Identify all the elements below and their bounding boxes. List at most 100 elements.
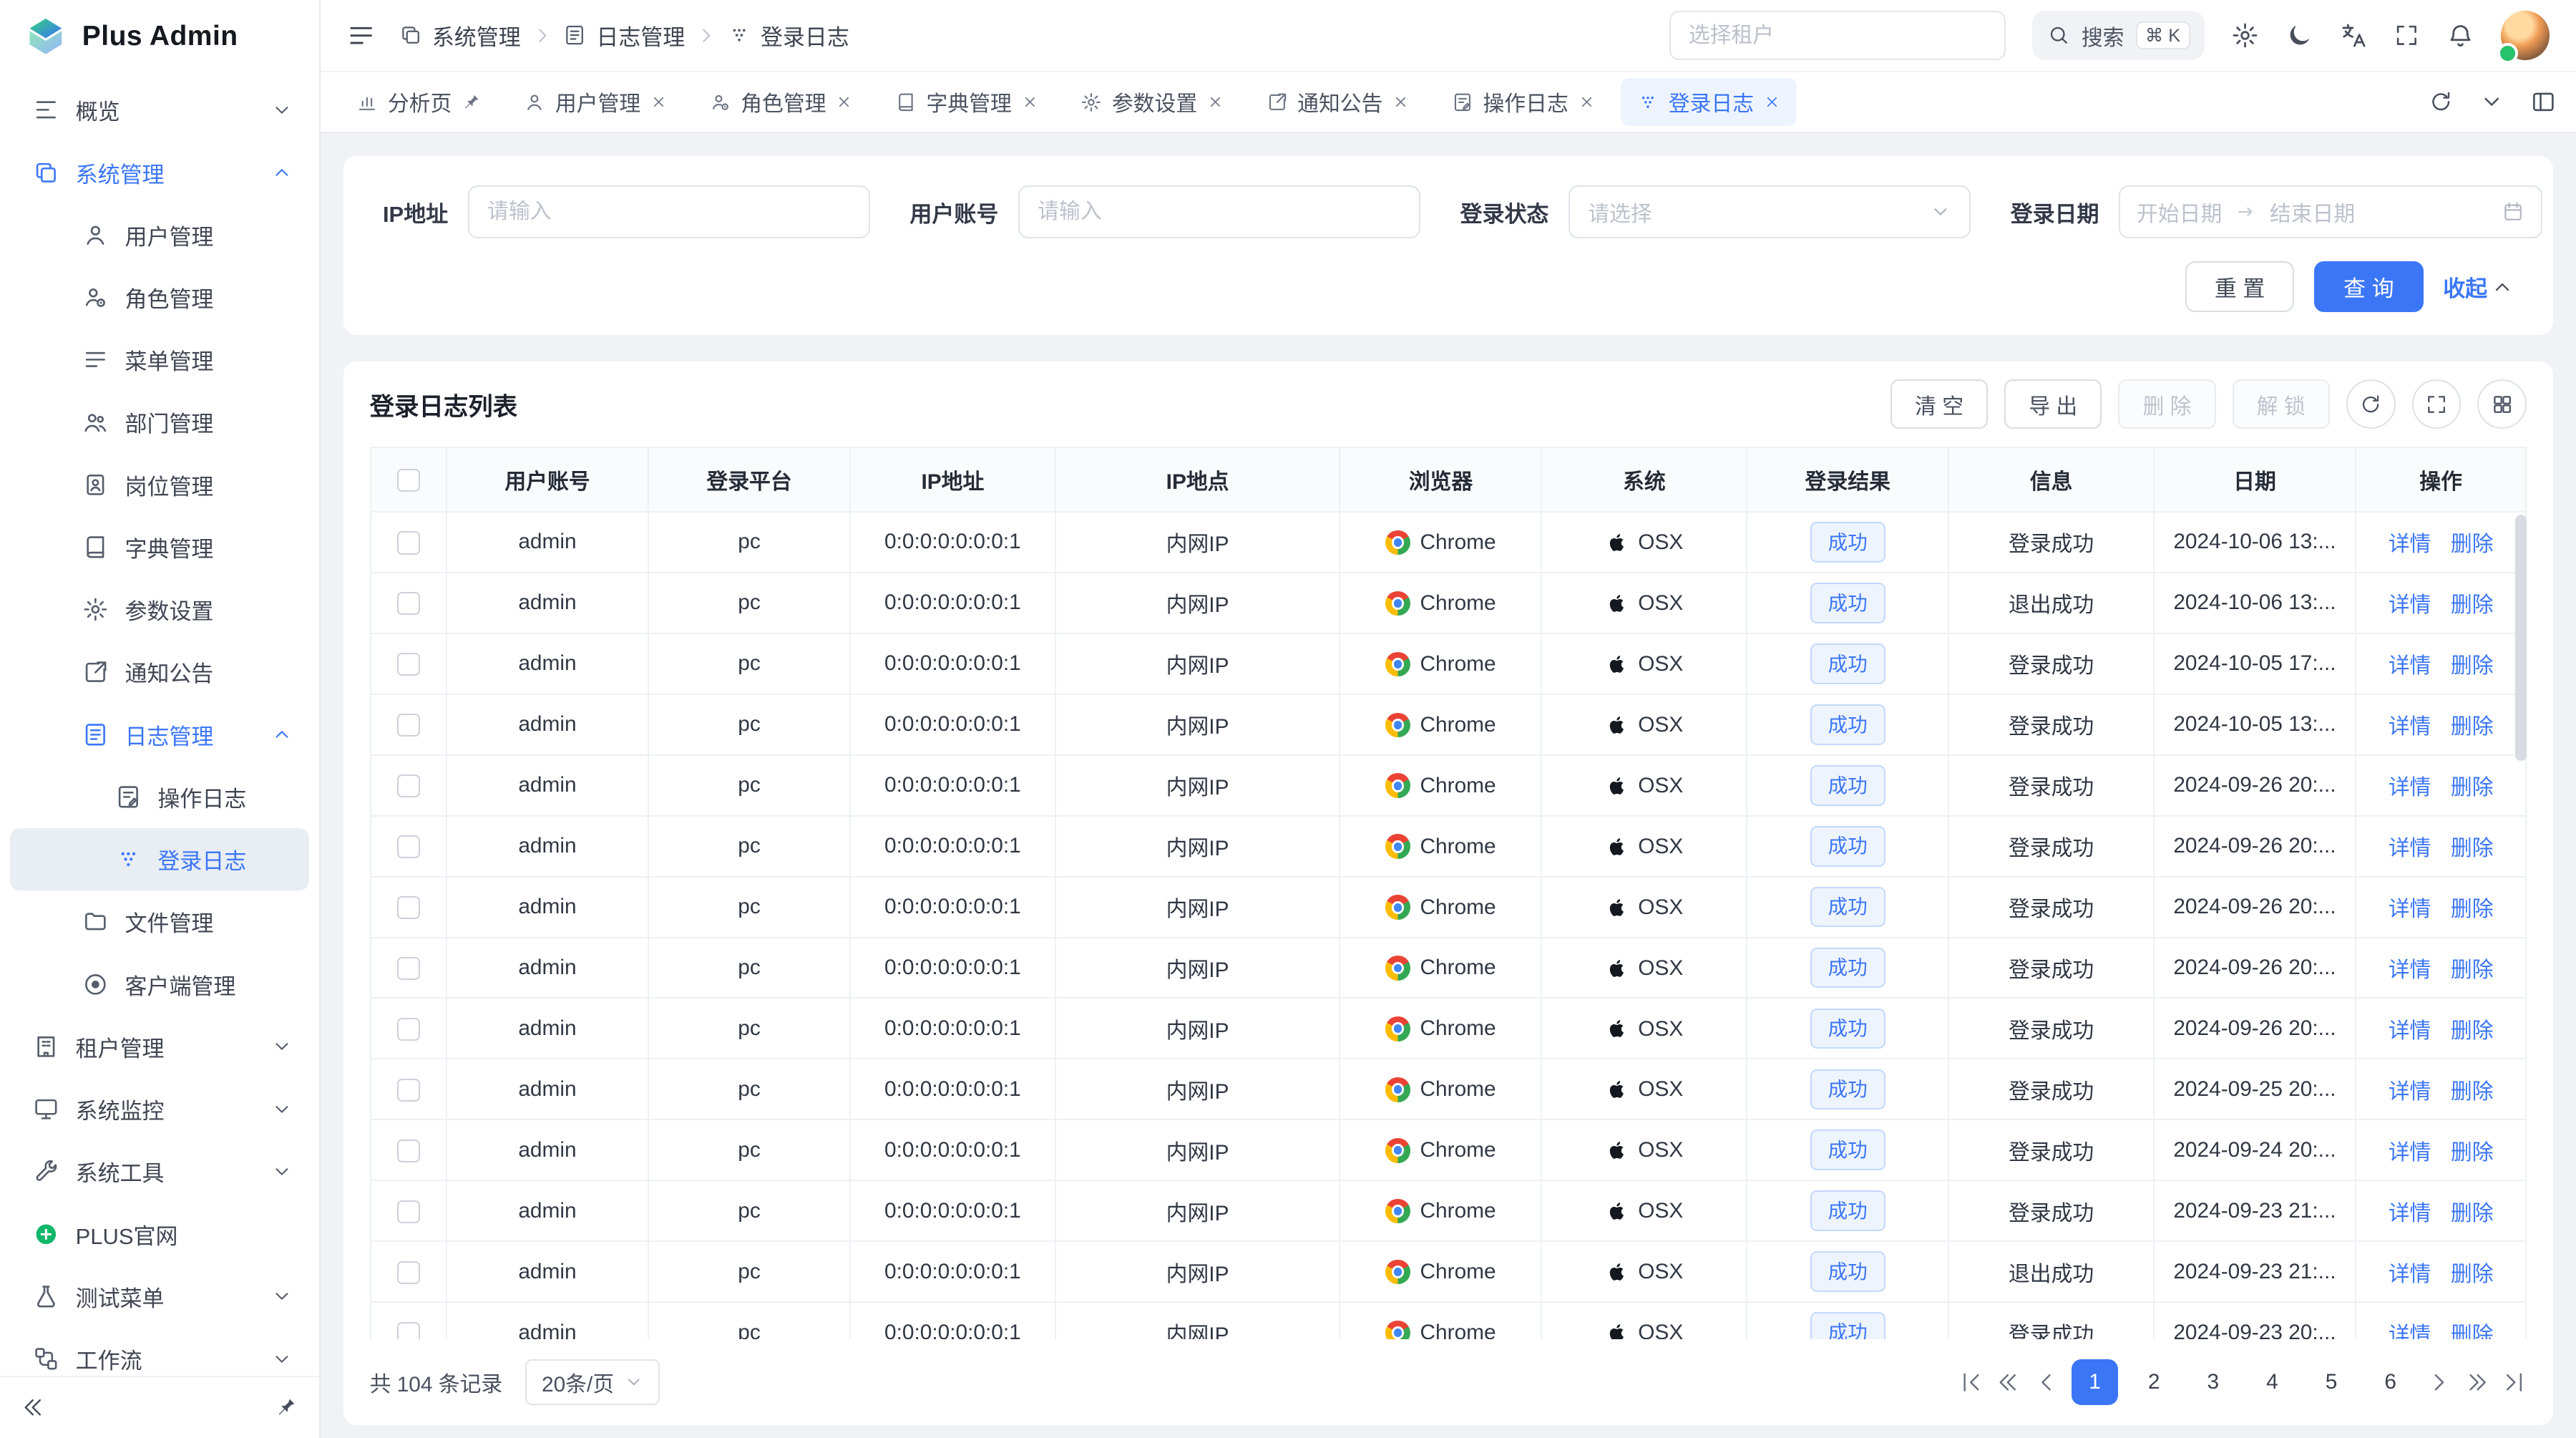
bell-icon[interactable] [2446,21,2474,49]
row-checkbox[interactable] [397,774,420,797]
sidebar-item-12[interactable]: 登录日志 [10,828,309,890]
delete-link[interactable]: 删除 [2451,958,2494,982]
collapse-sidebar-icon[interactable] [21,1395,46,1419]
delete-link[interactable]: 删除 [2451,533,2494,556]
tab-4[interactable]: 参数设置 [1064,78,1240,126]
translate-icon[interactable] [2340,21,2368,49]
detail-link[interactable]: 详情 [2389,1323,2431,1340]
toolbar-button-3[interactable]: 解 锁 [2233,379,2330,429]
detail-link[interactable]: 详情 [2389,1080,2431,1104]
menu-toggle-icon[interactable] [346,21,376,50]
delete-link[interactable]: 删除 [2451,1323,2494,1340]
panel-layout-icon[interactable] [2530,89,2557,115]
tab-1[interactable]: 用户管理 [507,78,683,126]
delete-link[interactable]: 删除 [2451,1141,2494,1165]
close-icon[interactable] [1764,94,1780,110]
first-page-icon[interactable] [1958,1370,1983,1394]
moon-icon[interactable] [2285,21,2313,49]
toolbar-button-1[interactable]: 导 出 [2004,379,2102,429]
sidebar-item-3[interactable]: 角色管理 [10,266,309,329]
detail-link[interactable]: 详情 [2389,533,2431,556]
breadcrumb-item-2[interactable]: 登录日志 [728,19,849,52]
sidebar-item-20[interactable]: 工作流 [10,1328,309,1376]
sidebar-item-5[interactable]: 部门管理 [10,391,309,453]
sidebar-item-8[interactable]: 参数设置 [10,578,309,641]
prev-page-icon[interactable] [2034,1370,2059,1394]
filter-input-1[interactable] [1018,185,1421,238]
collapse-filter-link[interactable]: 收起 [2443,271,2514,303]
row-checkbox[interactable] [397,1261,420,1284]
detail-link[interactable]: 详情 [2389,1263,2431,1286]
detail-link[interactable]: 详情 [2389,837,2431,860]
table-fullscreen-button[interactable] [2412,379,2462,429]
close-icon[interactable] [1392,94,1409,110]
filter-daterange[interactable]: 开始日期结束日期 [2119,185,2542,238]
sidebar-item-10[interactable]: 日志管理 [10,704,309,766]
sidebar-item-9[interactable]: 通知公告 [10,641,309,703]
row-checkbox[interactable] [397,653,420,676]
toolbar-button-0[interactable]: 清 空 [1890,379,1988,429]
gear-icon[interactable] [2231,21,2259,49]
row-checkbox[interactable] [397,957,420,980]
filter-input-0[interactable] [468,185,871,238]
pin-icon[interactable] [462,92,482,112]
delete-link[interactable]: 删除 [2451,654,2494,678]
tab-5[interactable]: 通知公告 [1250,78,1426,126]
close-icon[interactable] [836,94,852,110]
detail-link[interactable]: 详情 [2389,958,2431,982]
forward-five-pages-icon[interactable] [2464,1370,2489,1394]
sidebar-item-17[interactable]: 系统工具 [10,1140,309,1203]
sidebar-item-16[interactable]: 系统监控 [10,1078,309,1140]
breadcrumb-item-1[interactable]: 日志管理 [563,19,685,52]
close-icon[interactable] [1022,94,1038,110]
refresh-table-button[interactable] [2346,379,2396,429]
sidebar-item-19[interactable]: 测试菜单 [10,1265,309,1328]
tab-6[interactable]: 操作日志 [1435,78,1611,126]
tenant-select-input[interactable] [1669,11,2006,60]
delete-link[interactable]: 删除 [2451,715,2494,739]
delete-link[interactable]: 删除 [2451,593,2494,617]
delete-link[interactable]: 删除 [2451,1080,2494,1104]
row-checkbox[interactable] [397,835,420,858]
row-checkbox[interactable] [397,592,420,615]
last-page-icon[interactable] [2502,1370,2527,1394]
sidebar-item-6[interactable]: 岗位管理 [10,454,309,516]
delete-link[interactable]: 删除 [2451,1019,2494,1043]
delete-link[interactable]: 删除 [2451,837,2494,860]
delete-link[interactable]: 删除 [2451,776,2494,800]
page-3-button[interactable]: 3 [2190,1359,2236,1405]
page-size-select[interactable]: 20条/页 [525,1359,660,1405]
row-checkbox[interactable] [397,1140,420,1162]
detail-link[interactable]: 详情 [2389,898,2431,921]
page-5-button[interactable]: 5 [2308,1359,2354,1405]
chevron-down-icon[interactable] [2479,89,2504,114]
row-checkbox[interactable] [397,896,420,919]
sidebar-item-2[interactable]: 用户管理 [10,204,309,266]
row-checkbox[interactable] [397,1079,420,1102]
delete-link[interactable]: 删除 [2451,1202,2494,1225]
user-avatar[interactable] [2501,11,2550,60]
query-button[interactable]: 查 询 [2314,261,2424,312]
reset-button[interactable]: 重 置 [2185,261,2295,312]
pin-sidebar-icon[interactable] [275,1396,298,1419]
close-icon[interactable] [1579,94,1595,110]
sidebar-item-4[interactable]: 菜单管理 [10,329,309,391]
fullscreen-icon[interactable] [2394,22,2420,49]
page-6-button[interactable]: 6 [2368,1359,2414,1405]
refresh-icon[interactable] [2429,89,2453,114]
sidebar-item-0[interactable]: 概览 [10,79,309,141]
global-search[interactable]: 搜索 ⌘ K [2032,11,2205,60]
detail-link[interactable]: 详情 [2389,1141,2431,1165]
detail-link[interactable]: 详情 [2389,1019,2431,1043]
sidebar-item-13[interactable]: 文件管理 [10,890,309,953]
tab-7[interactable]: 登录日志 [1621,78,1797,126]
breadcrumb-item-0[interactable]: 系统管理 [399,19,521,52]
page-1-button[interactable]: 1 [2072,1359,2117,1405]
close-icon[interactable] [1207,94,1224,110]
next-page-icon[interactable] [2426,1370,2451,1394]
detail-link[interactable]: 详情 [2389,654,2431,678]
row-checkbox[interactable] [397,714,420,737]
detail-link[interactable]: 详情 [2389,776,2431,800]
row-checkbox[interactable] [397,1322,420,1340]
detail-link[interactable]: 详情 [2389,593,2431,617]
